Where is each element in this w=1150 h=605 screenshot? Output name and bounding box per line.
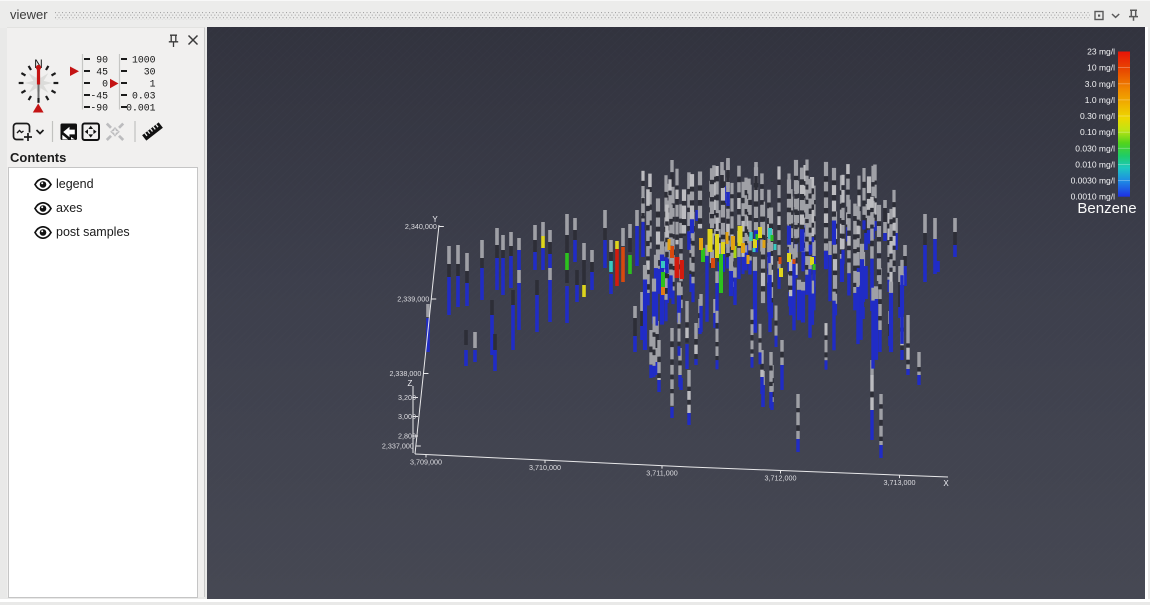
svg-text:-45: -45 [90, 91, 108, 102]
svg-text:1000: 1000 [132, 55, 156, 66]
svg-text:23 mg/l: 23 mg/l [1087, 47, 1115, 57]
svg-text:3.0 mg/l: 3.0 mg/l [1085, 79, 1115, 89]
svg-text:1: 1 [150, 79, 156, 90]
svg-text:0: 0 [102, 79, 108, 90]
svg-text:30: 30 [144, 67, 156, 78]
svg-text:3,711,000: 3,711,000 [646, 469, 677, 478]
svg-text:0.001: 0.001 [126, 103, 156, 114]
svg-text:0.030 mg/l: 0.030 mg/l [1075, 143, 1115, 153]
svg-text:10 mg/l: 10 mg/l [1087, 63, 1115, 73]
svg-text:2,337,000: 2,337,000 [382, 442, 414, 451]
svg-text:1.0 mg/l: 1.0 mg/l [1085, 95, 1115, 105]
svg-text:Benzene: Benzene [1077, 200, 1136, 217]
svg-text:Y: Y [432, 215, 438, 224]
svg-text:0.010 mg/l: 0.010 mg/l [1075, 159, 1115, 169]
svg-text:0.0030 mg/l: 0.0030 mg/l [1071, 176, 1116, 186]
svg-text:X: X [943, 479, 949, 488]
svg-text:0.03: 0.03 [132, 91, 156, 102]
svg-text:-90: -90 [90, 103, 108, 114]
svg-text:0.10 mg/l: 0.10 mg/l [1080, 127, 1115, 137]
svg-text:90: 90 [96, 55, 108, 66]
svg-text:3,709,000: 3,709,000 [410, 458, 442, 467]
svg-text:45: 45 [96, 67, 108, 78]
svg-text:2,339,000: 2,339,000 [397, 295, 429, 304]
svg-text:3,713,000: 3,713,000 [884, 478, 916, 487]
svg-text:2,800: 2,800 [398, 432, 416, 441]
svg-text:2,338,000: 2,338,000 [389, 369, 421, 378]
svg-text:3,712,000: 3,712,000 [765, 474, 797, 483]
svg-text:Z: Z [408, 379, 413, 388]
svg-text:0.30 mg/l: 0.30 mg/l [1080, 111, 1115, 121]
svg-text:3,710,000: 3,710,000 [529, 463, 561, 472]
svg-text:3,200: 3,200 [398, 393, 416, 402]
svg-text:3,000: 3,000 [398, 412, 416, 421]
